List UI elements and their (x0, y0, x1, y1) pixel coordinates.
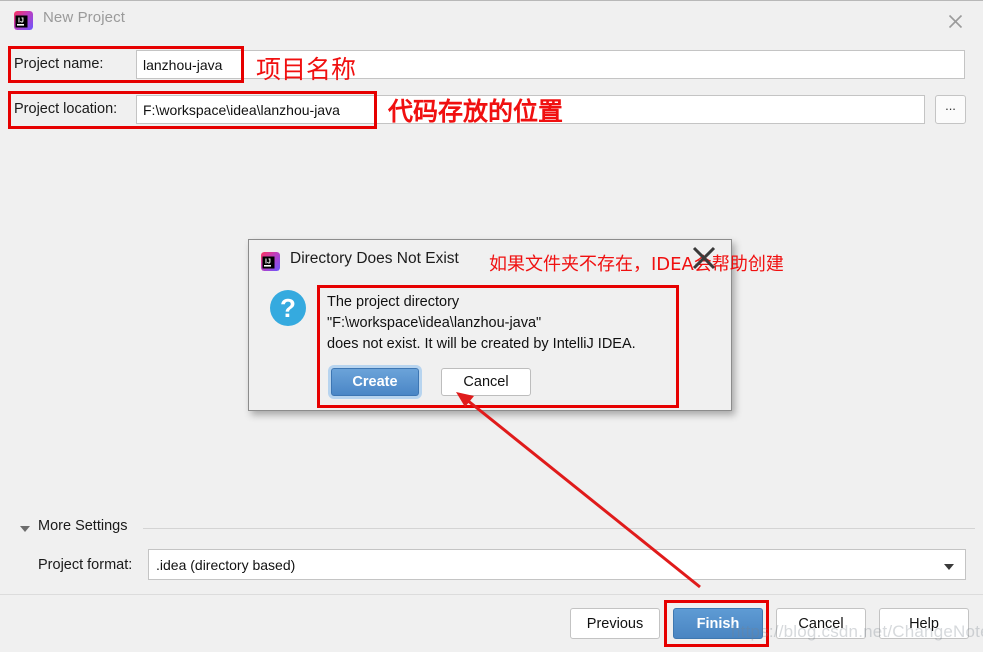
project-name-annotation: 项目名称 (256, 55, 357, 84)
more-settings-label: More Settings (38, 518, 128, 534)
project-name-label: Project name: (14, 56, 104, 72)
dialog-button-row: Create Cancel (327, 368, 617, 396)
project-location-label: Project location: (14, 101, 118, 117)
svg-text:IJ: IJ (18, 18, 24, 25)
dialog-message: The project directory "F:\workspace\idea… (327, 292, 712, 355)
more-settings-section[interactable]: More Settings (0, 518, 983, 540)
dialog-title: Directory Does Not Exist (290, 250, 459, 267)
dialog-cancel-button[interactable]: Cancel (441, 368, 531, 396)
section-divider (143, 528, 975, 529)
intellij-idea-icon: IJ (261, 252, 280, 271)
chevron-down-icon (944, 564, 954, 570)
chevron-down-icon (20, 526, 30, 532)
new-project-window: IJ New Project Project name: lanzhou-jav… (0, 0, 983, 652)
dialog-annotation: 如果文件夹不存在，IDEA会帮助创建 (489, 254, 784, 275)
intellij-idea-icon: IJ (14, 11, 33, 30)
dialog-message-line: does not exist. It will be created by In… (327, 336, 636, 352)
create-button[interactable]: Create (331, 368, 419, 396)
close-icon[interactable] (937, 7, 973, 35)
project-format-value: .idea (directory based) (156, 556, 296, 573)
question-icon: ? (268, 288, 308, 328)
title-bar: IJ New Project (0, 0, 983, 41)
watermark: https://blog.csdn.net/ChangeNote (731, 622, 983, 641)
svg-text:IJ: IJ (265, 259, 271, 266)
project-location-annotation: 代码存放的位置 (388, 97, 564, 126)
dialog-message-line: The project directory (327, 294, 460, 310)
window-title: New Project (43, 9, 125, 26)
svg-text:?: ? (280, 293, 296, 323)
dialog-message-line: "F:\workspace\idea\lanzhou-java" (327, 315, 542, 331)
project-format-label: Project format: (38, 557, 133, 573)
previous-button[interactable]: Previous (570, 608, 660, 639)
project-format-select[interactable]: .idea (directory based) (148, 549, 966, 580)
footer-divider (0, 594, 983, 595)
browse-folder-button[interactable]: ... (935, 95, 966, 124)
